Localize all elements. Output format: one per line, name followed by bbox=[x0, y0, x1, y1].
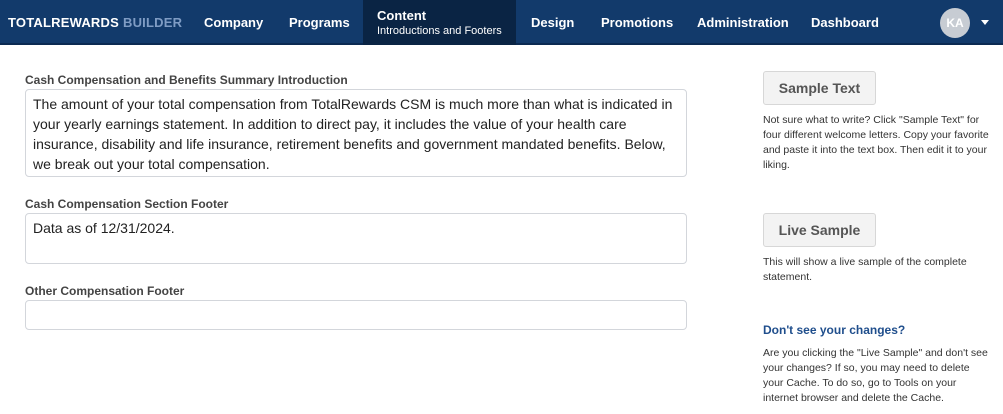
changes-title: Don't see your changes? bbox=[763, 323, 906, 337]
intro-field-label: Cash Compensation and Benefits Summary I… bbox=[25, 73, 348, 87]
nav-company[interactable]: Company bbox=[204, 0, 263, 45]
top-nav-bar: TOTALREWARDS BUILDER Company Programs Con… bbox=[0, 0, 1003, 45]
cash-footer-label: Cash Compensation Section Footer bbox=[25, 197, 229, 211]
nav-promotions[interactable]: Promotions bbox=[601, 0, 673, 45]
cash-footer-textarea[interactable]: Data as of 12/31/2024. bbox=[25, 213, 687, 264]
nav-dashboard[interactable]: Dashboard bbox=[811, 0, 879, 45]
changes-help: Are you clicking the "Live Sample" and d… bbox=[763, 347, 988, 404]
brand-name: TOTALREWARDS bbox=[8, 15, 119, 30]
chevron-down-icon[interactable] bbox=[981, 20, 989, 25]
nav-content-label: Content bbox=[377, 8, 427, 23]
user-avatar[interactable]: KA bbox=[940, 8, 970, 38]
brand-logo[interactable]: TOTALREWARDS BUILDER bbox=[8, 15, 182, 30]
nav-design[interactable]: Design bbox=[531, 0, 574, 45]
sample-text-help: Not sure what to write? Click "Sample Te… bbox=[763, 114, 989, 171]
nav-administration[interactable]: Administration bbox=[697, 0, 789, 45]
live-sample-button[interactable]: Live Sample bbox=[763, 213, 876, 247]
nav-content[interactable]: Content Introductions and Footers bbox=[363, 0, 516, 45]
nav-content-sublabel: Introductions and Footers bbox=[377, 25, 502, 37]
live-sample-help: This will show a live sample of the comp… bbox=[763, 256, 967, 283]
nav-programs[interactable]: Programs bbox=[289, 0, 350, 45]
brand-suffix: BUILDER bbox=[122, 15, 183, 30]
other-footer-textarea[interactable] bbox=[25, 300, 687, 330]
sample-text-button[interactable]: Sample Text bbox=[763, 71, 876, 105]
other-footer-label: Other Compensation Footer bbox=[25, 284, 185, 298]
intro-textarea[interactable]: The amount of your total compensation fr… bbox=[25, 89, 687, 177]
